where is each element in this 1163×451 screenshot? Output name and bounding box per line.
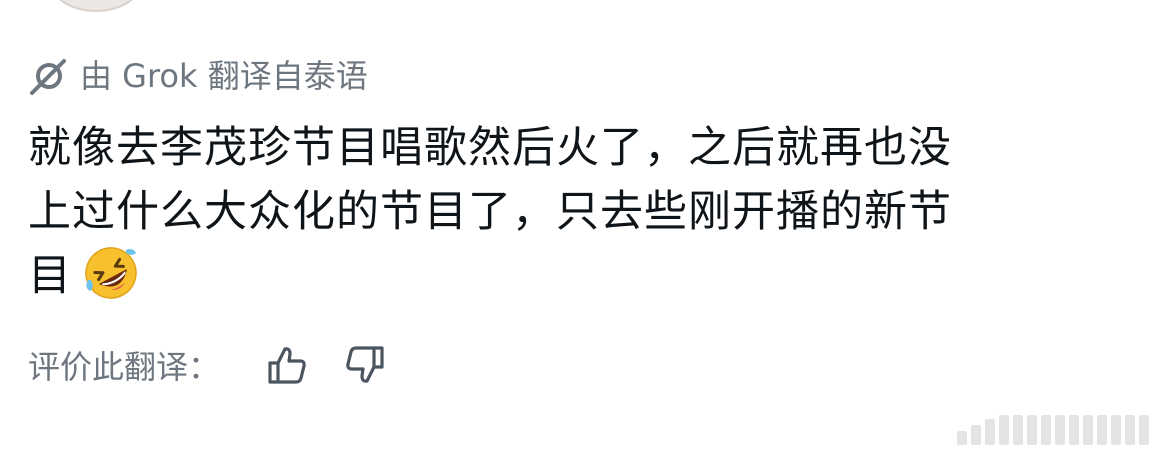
rate-translation-label: 评价此翻译： bbox=[28, 348, 221, 386]
post-text-line: 上过什么大众化的节目了，只去些刚开播的新节 bbox=[28, 187, 952, 237]
post-text-fragment: 目 bbox=[28, 251, 72, 301]
rate-translation-row: 评价此翻译： bbox=[28, 340, 418, 390]
post-text: 就像去李茂珍节目唱歌然后火了，之后就再也没 上过什么大众化的节目了，只去些刚开播… bbox=[28, 116, 1118, 308]
grok-icon bbox=[28, 56, 68, 96]
post-text-line: 就像去李茂珍节目唱歌然后火了，之后就再也没 bbox=[28, 123, 952, 173]
translation-notice: 由 Grok 翻译自泰语 bbox=[28, 55, 368, 97]
thumbs-up-icon bbox=[265, 343, 309, 387]
translation-notice-text: 由 Grok 翻译自泰语 bbox=[80, 57, 368, 95]
thumbs-down-button[interactable] bbox=[340, 340, 390, 390]
thumbs-down-icon bbox=[343, 343, 387, 387]
watermark bbox=[957, 415, 1149, 445]
post-text-line: 目 bbox=[28, 244, 1118, 308]
avatar[interactable] bbox=[50, 0, 142, 12]
rolling-on-floor-laughing-emoji bbox=[82, 244, 140, 302]
thumbs-up-button[interactable] bbox=[262, 340, 312, 390]
